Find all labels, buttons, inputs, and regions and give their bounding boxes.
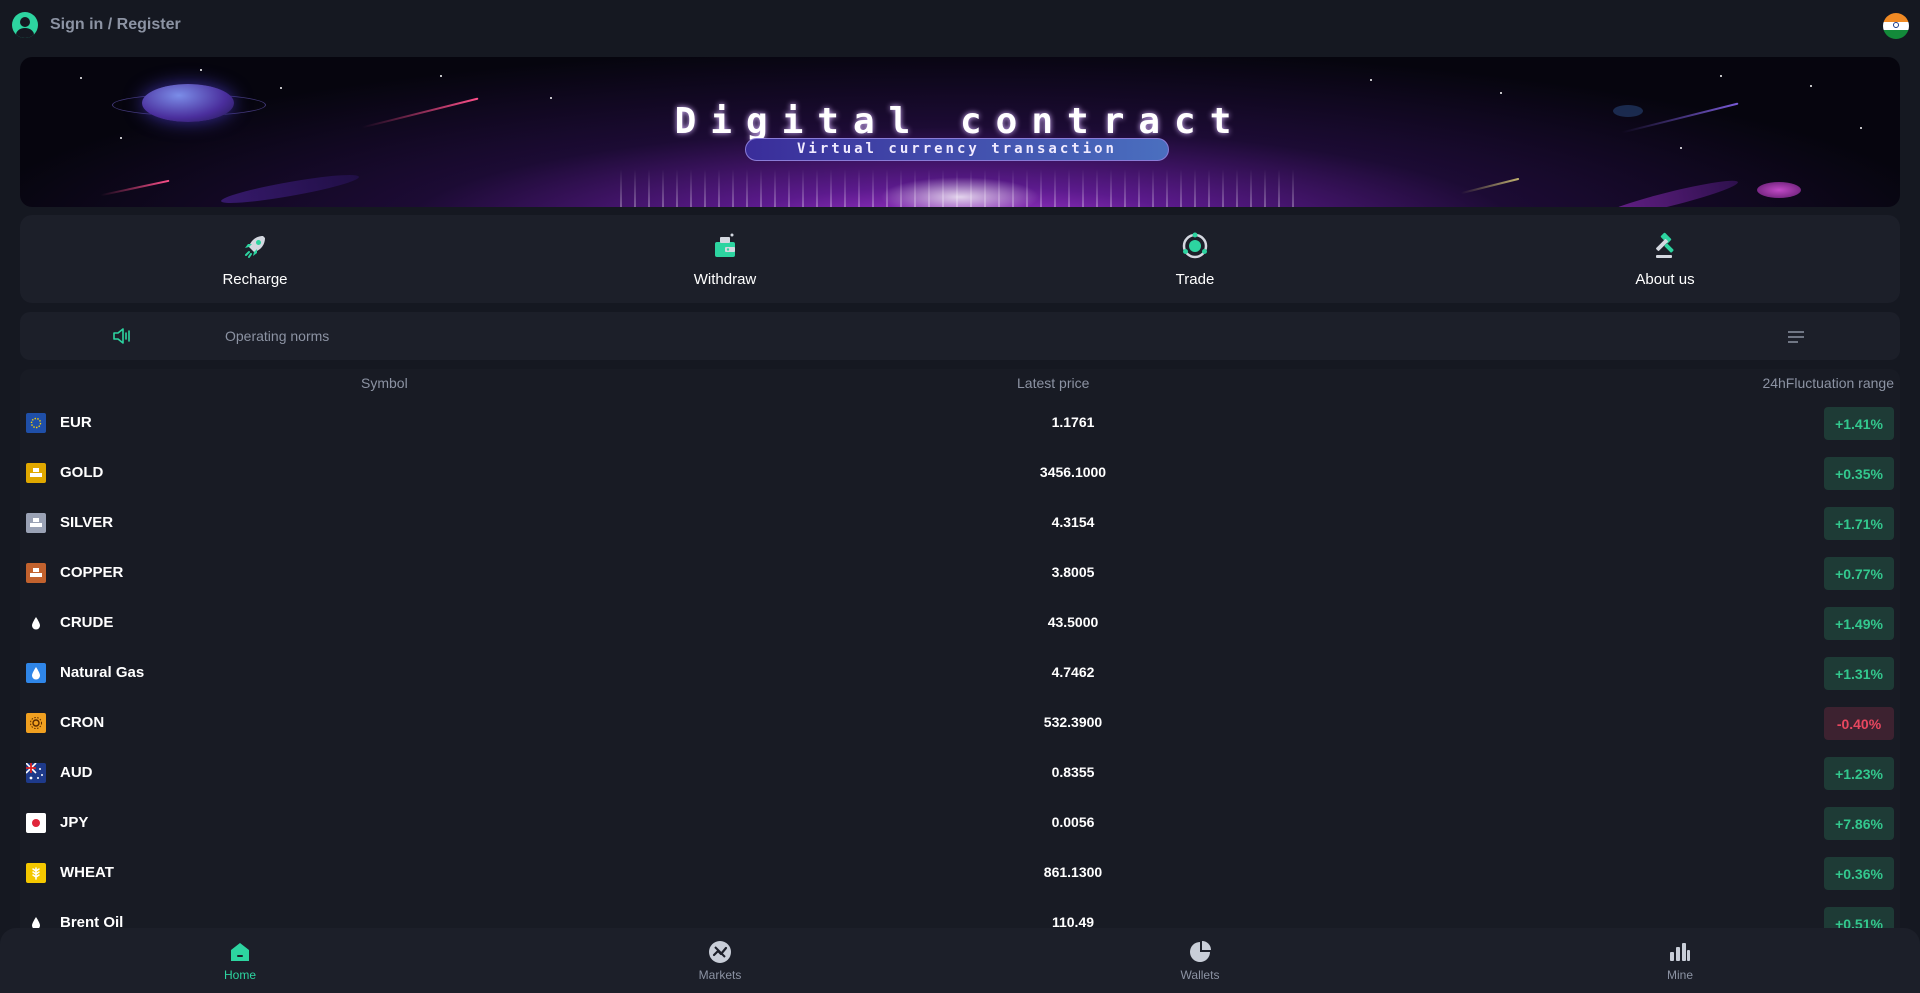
symbol-name: WHEAT [60,864,114,881]
wallet-icon [710,231,740,261]
latest-price: 3.8005 [1051,564,1095,580]
bottom-nav: Home Markets Wallets Mine [0,928,1920,993]
japan-flag-icon [26,813,46,833]
table-row[interactable]: COPPER 3.8005 +0.77% [20,547,1900,597]
table-header: Symbol Latest price 24hFluctuation range [20,369,1900,397]
latest-price: 1.1761 [1051,414,1095,430]
nav-label-home: Home [223,967,256,982]
oil-drop-icon [26,913,46,929]
change-column-header: 24hFluctuation range [1762,375,1894,391]
recharge-label: Recharge [222,270,288,288]
menu-icon[interactable] [1788,330,1804,348]
nav-label-wallets: Wallets [1180,967,1220,982]
recharge-button[interactable]: Recharge [20,215,490,303]
withdraw-button[interactable]: Withdraw [490,215,960,303]
trade-button[interactable]: Trade [960,215,1430,303]
symbol-name: Natural Gas [60,664,145,681]
cron-icon [26,713,46,733]
top-bar: Sign in / Register [0,0,1920,50]
bar-chart-icon [1668,940,1692,964]
table-row[interactable]: WHEAT 861.1300 +0.36% [20,847,1900,897]
symbol-name: Brent Oil [60,914,124,929]
rocket-icon [240,231,270,261]
change-badge: +1.41% [1824,407,1894,440]
price-column-header: Latest price [1017,375,1090,391]
home-icon [228,940,252,964]
pie-chart-icon [1188,940,1212,964]
silver-bars-icon [26,513,46,533]
wheat-icon [26,863,46,883]
user-avatar-icon[interactable] [12,12,38,38]
banner-title: Digital contract [674,101,1246,142]
latest-price: 0.8355 [1051,764,1095,780]
table-row[interactable]: AUD 0.8355 +1.23% [20,747,1900,797]
latest-price: 4.7462 [1051,664,1095,680]
change-badge: +0.36% [1824,857,1894,890]
change-badge: +1.31% [1824,657,1894,690]
change-badge: +7.86% [1824,807,1894,840]
markets-icon [708,940,732,964]
latest-price: 532.3900 [1043,714,1103,730]
latest-price: 861.1300 [1043,864,1103,880]
oil-drop-icon [26,613,46,633]
change-badge: +1.71% [1824,507,1894,540]
latest-price: 110.49 [1051,914,1095,929]
symbol-name: CRON [60,714,105,731]
table-row[interactable]: CRUDE 43.5000 +1.49% [20,597,1900,647]
nav-label-markets: Markets [698,967,742,982]
about-us-button[interactable]: About us [1430,215,1900,303]
copper-bars-icon [26,563,46,583]
withdraw-label: Withdraw [693,270,757,288]
change-badge: +0.51% [1824,907,1894,929]
table-row[interactable]: CRON 532.3900 -0.40% [20,697,1900,747]
sign-in-register-link[interactable]: Sign in / Register [50,16,181,34]
nav-tab-mine[interactable]: Mine [1440,928,1920,993]
australia-flag-icon [26,763,46,783]
table-row[interactable]: Brent Oil 110.49 +0.51% [20,897,1900,929]
symbol-name: SILVER [60,514,114,531]
nav-tab-markets[interactable]: Markets [480,928,960,993]
notice-bar[interactable]: Operating norms [20,312,1900,360]
latest-price: 4.3154 [1051,514,1095,530]
symbol-name: EUR [60,414,92,431]
india-flag-icon[interactable] [1883,13,1909,39]
table-row[interactable]: EUR 1.1761 +1.41% [20,397,1900,447]
change-badge: +1.49% [1824,607,1894,640]
table-row[interactable]: Natural Gas 4.7462 +1.31% [20,647,1900,697]
table-row[interactable]: JPY 0.0056 +7.86% [20,797,1900,847]
eu-flag-icon [26,413,46,433]
about-us-label: About us [1635,270,1695,288]
change-badge: +0.77% [1824,557,1894,590]
symbol-name: CRUDE [60,614,114,631]
latest-price: 43.5000 [1047,614,1099,630]
change-badge: +0.35% [1824,457,1894,490]
app-page: Sign in / Register Digital contract Virt… [0,0,1920,993]
promo-banner[interactable]: Digital contract Virtual currency transa… [20,57,1900,207]
gold-bars-icon [26,463,46,483]
latest-price: 0.0056 [1051,814,1095,830]
symbol-name: GOLD [60,464,104,481]
trade-label: Trade [1175,270,1215,288]
symbol-name: AUD [60,764,93,781]
banner-subtitle: Virtual currency transaction [745,138,1169,161]
orbit-icon [1180,231,1210,261]
change-badge: -0.40% [1824,707,1894,740]
gas-drop-icon [26,663,46,683]
speaker-icon [112,327,132,350]
latest-price: 3456.1000 [1039,464,1107,480]
market-table: Symbol Latest price 24hFluctuation range… [20,369,1900,929]
nav-tab-wallets[interactable]: Wallets [960,928,1440,993]
notice-text: Operating norms [225,328,330,344]
table-row[interactable]: SILVER 4.3154 +1.71% [20,497,1900,547]
quick-actions-bar: Recharge Withdraw Trade About us [20,215,1900,303]
gavel-icon [1650,231,1680,261]
symbol-name: JPY [60,814,89,831]
nav-label-mine: Mine [1666,967,1693,982]
symbol-column-header: Symbol [361,375,408,391]
symbol-name: COPPER [60,564,124,581]
change-badge: +1.23% [1824,757,1894,790]
table-row[interactable]: GOLD 3456.1000 +0.35% [20,447,1900,497]
nav-tab-home[interactable]: Home [0,928,480,993]
